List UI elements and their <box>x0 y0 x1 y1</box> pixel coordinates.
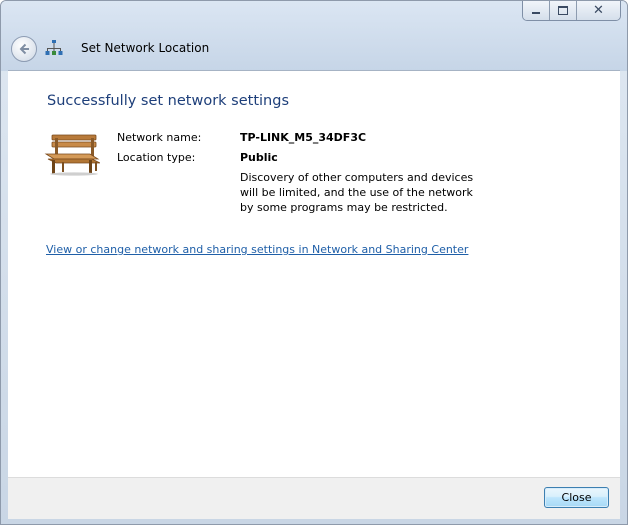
maximize-icon <box>558 6 568 15</box>
back-arrow-icon <box>19 43 29 55</box>
page-title: Successfully set network settings <box>47 93 289 109</box>
back-button[interactable] <box>11 36 37 62</box>
location-description: Discovery of other computers and devices… <box>240 170 490 215</box>
window-close-button[interactable]: ✕ <box>577 1 620 20</box>
button-bar: Close <box>8 477 620 519</box>
network-sharing-center-link[interactable]: View or change network and sharing setti… <box>46 243 468 256</box>
description-line: Discovery of other computers and devices <box>240 171 474 184</box>
close-icon: ✕ <box>593 3 604 18</box>
location-type-label: Location type: <box>117 151 196 164</box>
minimize-button[interactable] <box>523 1 550 20</box>
window-title: Set Network Location <box>81 41 210 55</box>
minimize-icon <box>532 12 540 14</box>
content-panel: Successfully set network settings Networ… <box>8 70 620 477</box>
description-line: will be limited, and the use of the netw… <box>240 186 473 199</box>
network-icon <box>45 40 63 55</box>
close-button[interactable]: Close <box>544 487 609 508</box>
window-controls: ✕ <box>522 1 621 21</box>
description-line: by some programs may be restricted. <box>240 201 448 214</box>
maximize-button[interactable] <box>550 1 577 20</box>
location-type-value: Public <box>240 151 278 164</box>
park-bench-icon <box>44 134 100 176</box>
network-name-value: TP-LINK_M5_34DF3C <box>240 131 367 144</box>
dialog-window: ✕ Set Network Location Successfully set … <box>0 0 628 525</box>
title-bar: ✕ Set Network Location <box>1 1 627 71</box>
network-name-label: Network name: <box>117 131 202 144</box>
